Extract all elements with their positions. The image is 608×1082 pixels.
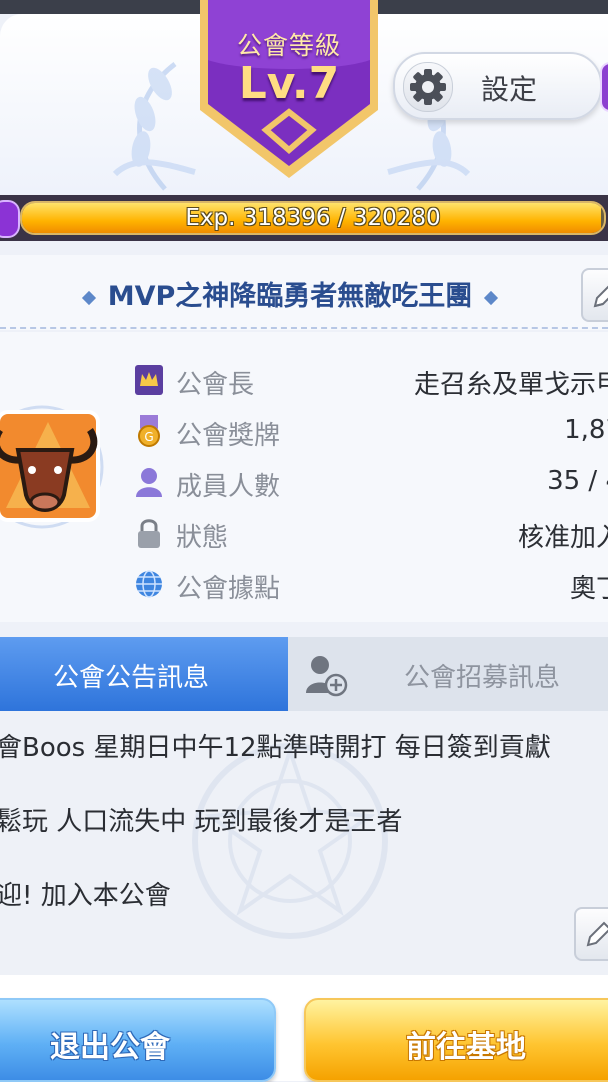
notice-line: 迎! 加入本公會 [0,881,171,911]
go-to-base-label: 前往基地 [406,1030,526,1065]
go-to-base-button[interactable]: 前往基地 [304,998,608,1082]
exp-bar: Exp. 318396 / 320280 [20,201,606,235]
info-leader-label: 公會長 [176,370,255,400]
info-status-value: 核准加入 [517,523,608,553]
diamond-bullet-icon [484,290,499,305]
info-medal-value: 1,87 [564,415,608,445]
info-leader-row: 公會長 走召糸及單戈示甲 [132,360,608,400]
gear-icon [403,62,453,112]
crown-icon [134,364,164,396]
medal-icon: G [134,415,164,447]
settings-label: 設定 [481,73,538,106]
guild-emblem [0,405,104,529]
edit-name-button[interactable] [581,268,608,322]
notice-line: 會Boos 星期日中午12點準時開打 每日簽到貢獻 [0,733,551,763]
tab-notice-label: 公會公告訊息 [52,663,209,693]
svg-text:G: G [144,430,153,444]
info-members-value: 35 / 4 [547,466,608,496]
exp-text: Exp. 318396 / 320280 [185,205,441,231]
info-status-row: 狀態 核准加入 [132,513,608,553]
info-medal-label: 公會獎牌 [176,421,281,451]
gem-icon [0,200,20,238]
info-members-label: 成員人數 [176,472,281,502]
info-members-row: 成員人數 35 / 4 [132,462,608,502]
leave-guild-button[interactable]: 退出公會 [0,998,276,1082]
info-medal-row: G 公會獎牌 1,87 [132,411,608,451]
pencil-icon [586,921,608,947]
tab-notice[interactable]: 公會公告訊息 [0,637,288,711]
add-member-icon [306,656,348,697]
notice-board: 會Boos 星期日中午12點準時開打 每日簽到貢獻 鬆玩 人口流失中 玩到最後才… [0,711,608,975]
badge-title: 公會等級 [236,31,341,60]
guild-name-row: MVP之神降臨勇者無敵吃王團 [0,255,608,330]
guild-level: Lv.7 [238,58,340,109]
info-leader-value: 走召糸及單戈示甲 [413,370,608,400]
notice-line: 鬆玩 人口流失中 玩到最後才是王者 [0,807,403,837]
member-icon [134,466,164,498]
exp-section: Exp. 318396 / 320280 [0,195,608,241]
guild-level-badge: 公會等級 Lv.7 [196,0,382,182]
info-base-label: 公會據點 [176,574,281,604]
side-tab[interactable] [600,62,608,112]
leave-guild-label: 退出公會 [50,1030,170,1065]
divider [0,327,608,329]
info-base-value: 奧丁 [569,574,608,604]
guild-name: MVP之神降臨勇者無敵吃王團 [107,281,473,312]
pencil-icon [593,285,608,308]
info-status-label: 狀態 [176,523,229,553]
info-base-row: 公會據點 奧丁 [132,564,608,604]
lock-icon [134,517,164,549]
settings-button[interactable]: 設定 [393,52,602,120]
edit-notice-button[interactable] [574,907,608,961]
tab-bar: 公會公告訊息 公會招募訊息 [0,637,608,711]
tab-recruit-label: 公會招募訊息 [404,663,561,693]
globe-icon [134,568,164,600]
diamond-bullet-icon [81,290,96,305]
